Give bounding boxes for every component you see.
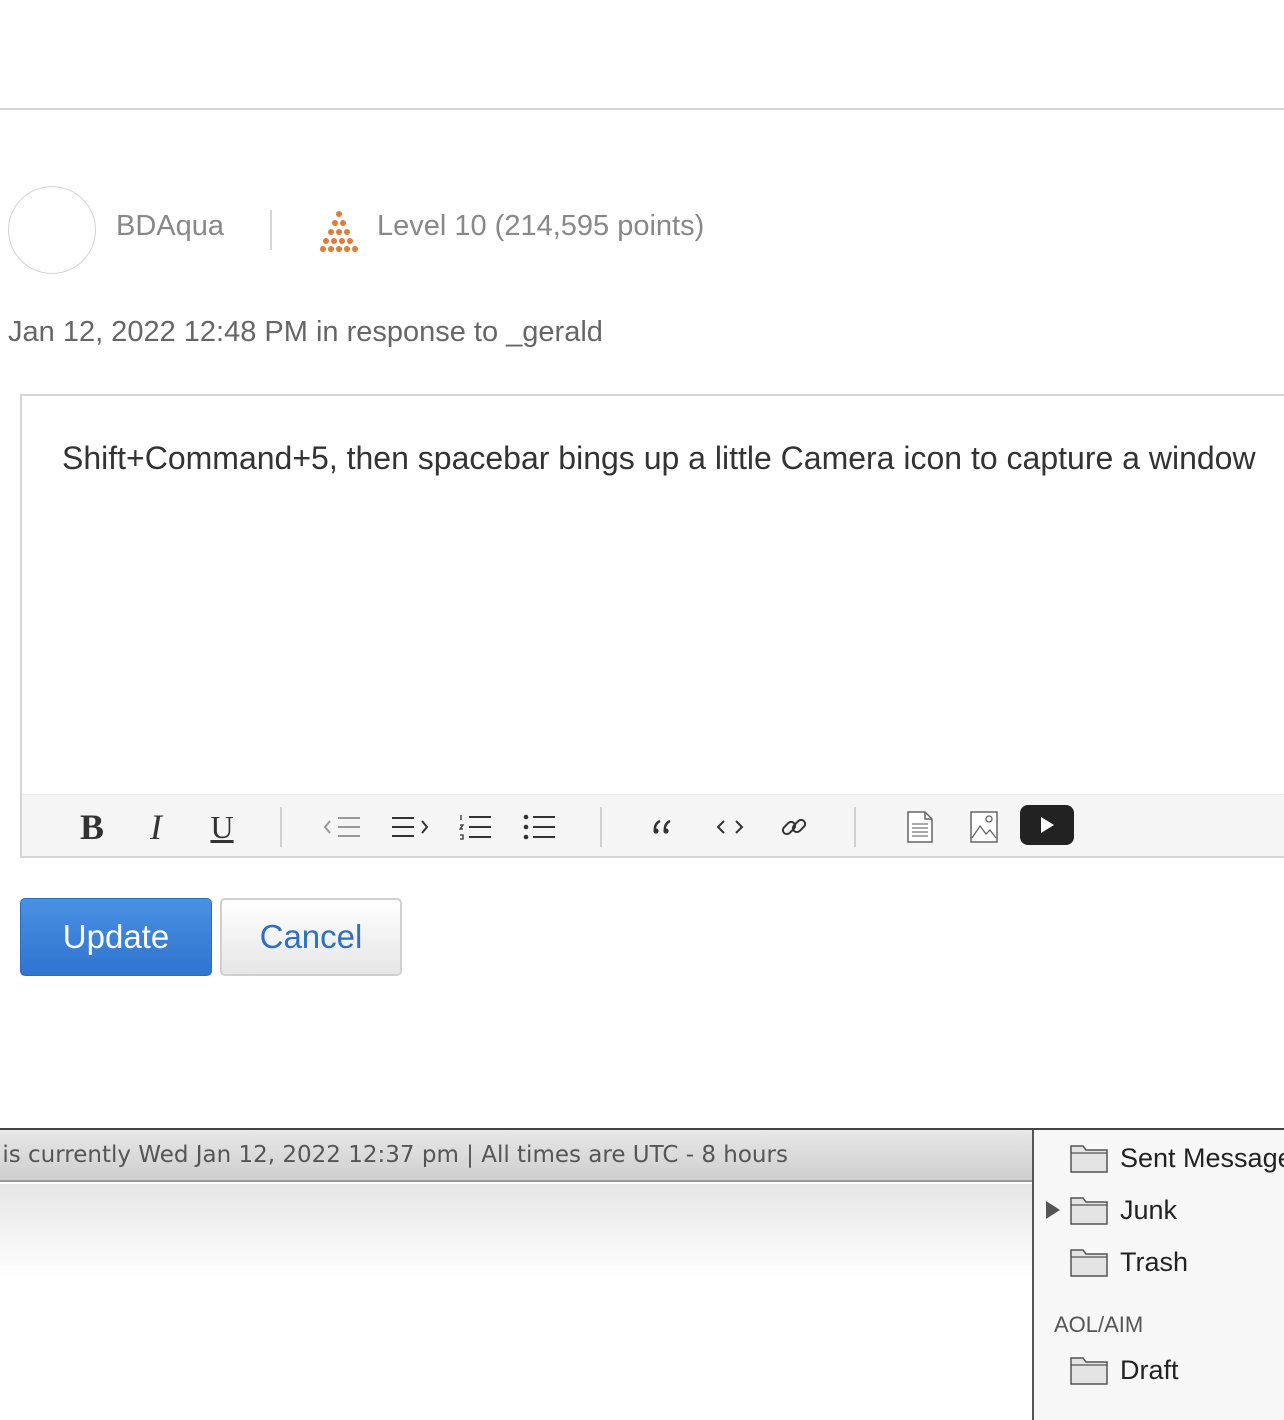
quote-button[interactable] <box>642 805 686 849</box>
folder-trash[interactable]: Trash <box>1070 1242 1284 1282</box>
post-timestamp: Jan 12, 2022 12:48 PM in response to _ge… <box>8 316 603 348</box>
document-icon <box>907 811 933 843</box>
disclosure-triangle-icon[interactable] <box>1046 1201 1060 1219</box>
insert-video-button[interactable] <box>1020 805 1074 845</box>
folder-label: Draft <box>1120 1354 1179 1385</box>
author-level: Level 10 (214,595 points) <box>377 210 704 243</box>
avatar[interactable] <box>8 186 96 274</box>
bulleted-list-button[interactable] <box>518 805 562 849</box>
folder-sent-messages[interactable]: Sent Messages <box>1070 1138 1284 1178</box>
editor-content[interactable]: Shift+Command+5, then spacebar bings up … <box>62 440 1256 477</box>
points-label: (214,595 points) <box>494 210 705 242</box>
numbered-list-icon <box>459 815 491 840</box>
cancel-button[interactable]: Cancel <box>220 898 402 976</box>
author-name[interactable]: BDAqua <box>116 210 224 243</box>
folder-icon <box>1070 1145 1108 1173</box>
forum-content-area <box>0 1184 1032 1420</box>
image-icon <box>970 811 998 843</box>
underline-button[interactable]: U <box>200 805 244 849</box>
outdent-icon <box>323 817 360 837</box>
reply-editor[interactable]: Shift+Command+5, then spacebar bings up … <box>20 394 1284 858</box>
code-button[interactable] <box>708 805 752 849</box>
account-section-label: AOL/AIM <box>1054 1312 1144 1337</box>
folder-icon <box>1070 1357 1108 1385</box>
folder-icon <box>1070 1249 1108 1277</box>
video-icon <box>1041 817 1054 833</box>
folder-junk[interactable]: Junk <box>1070 1190 1284 1230</box>
author-divider <box>270 210 272 250</box>
level-badge-icon <box>320 211 358 252</box>
italic-button[interactable]: I <box>134 805 178 849</box>
bold-button[interactable]: B <box>70 805 114 849</box>
indent-icon <box>392 817 429 837</box>
numbered-list-button[interactable] <box>454 805 498 849</box>
level-label: Level 10 <box>377 210 487 242</box>
editor-toolbar: B I U <box>22 794 1284 856</box>
link-icon <box>781 818 807 836</box>
forum-status-bar: t is currently Wed Jan 12, 2022 12:37 pm… <box>0 1130 1032 1182</box>
indent-button[interactable] <box>388 805 432 849</box>
toolbar-divider <box>600 807 602 847</box>
folder-label: Junk <box>1120 1194 1178 1225</box>
header-divider <box>0 108 1284 110</box>
folder-label: Sent Messages <box>1120 1142 1284 1173</box>
toolbar-divider <box>854 807 856 847</box>
bulleted-list-icon <box>523 814 555 840</box>
mail-sidebar: Sent Messages Junk Trash AOL/AIM Draft <box>1032 1130 1284 1420</box>
outdent-button[interactable] <box>320 805 364 849</box>
insert-image-button[interactable] <box>962 805 1006 849</box>
background-windows: t is currently Wed Jan 12, 2022 12:37 pm… <box>0 1128 1284 1420</box>
attach-document-button[interactable] <box>898 805 942 849</box>
quote-icon <box>653 819 671 834</box>
forum-time-text: t is currently Wed Jan 12, 2022 12:37 pm… <box>0 1142 788 1168</box>
link-button[interactable] <box>772 805 816 849</box>
folder-draft[interactable]: Draft <box>1070 1350 1284 1390</box>
update-button[interactable]: Update <box>20 898 212 976</box>
folder-label: Trash <box>1120 1246 1189 1277</box>
folder-icon <box>1070 1197 1108 1225</box>
code-icon <box>716 820 744 834</box>
toolbar-divider <box>280 807 282 847</box>
